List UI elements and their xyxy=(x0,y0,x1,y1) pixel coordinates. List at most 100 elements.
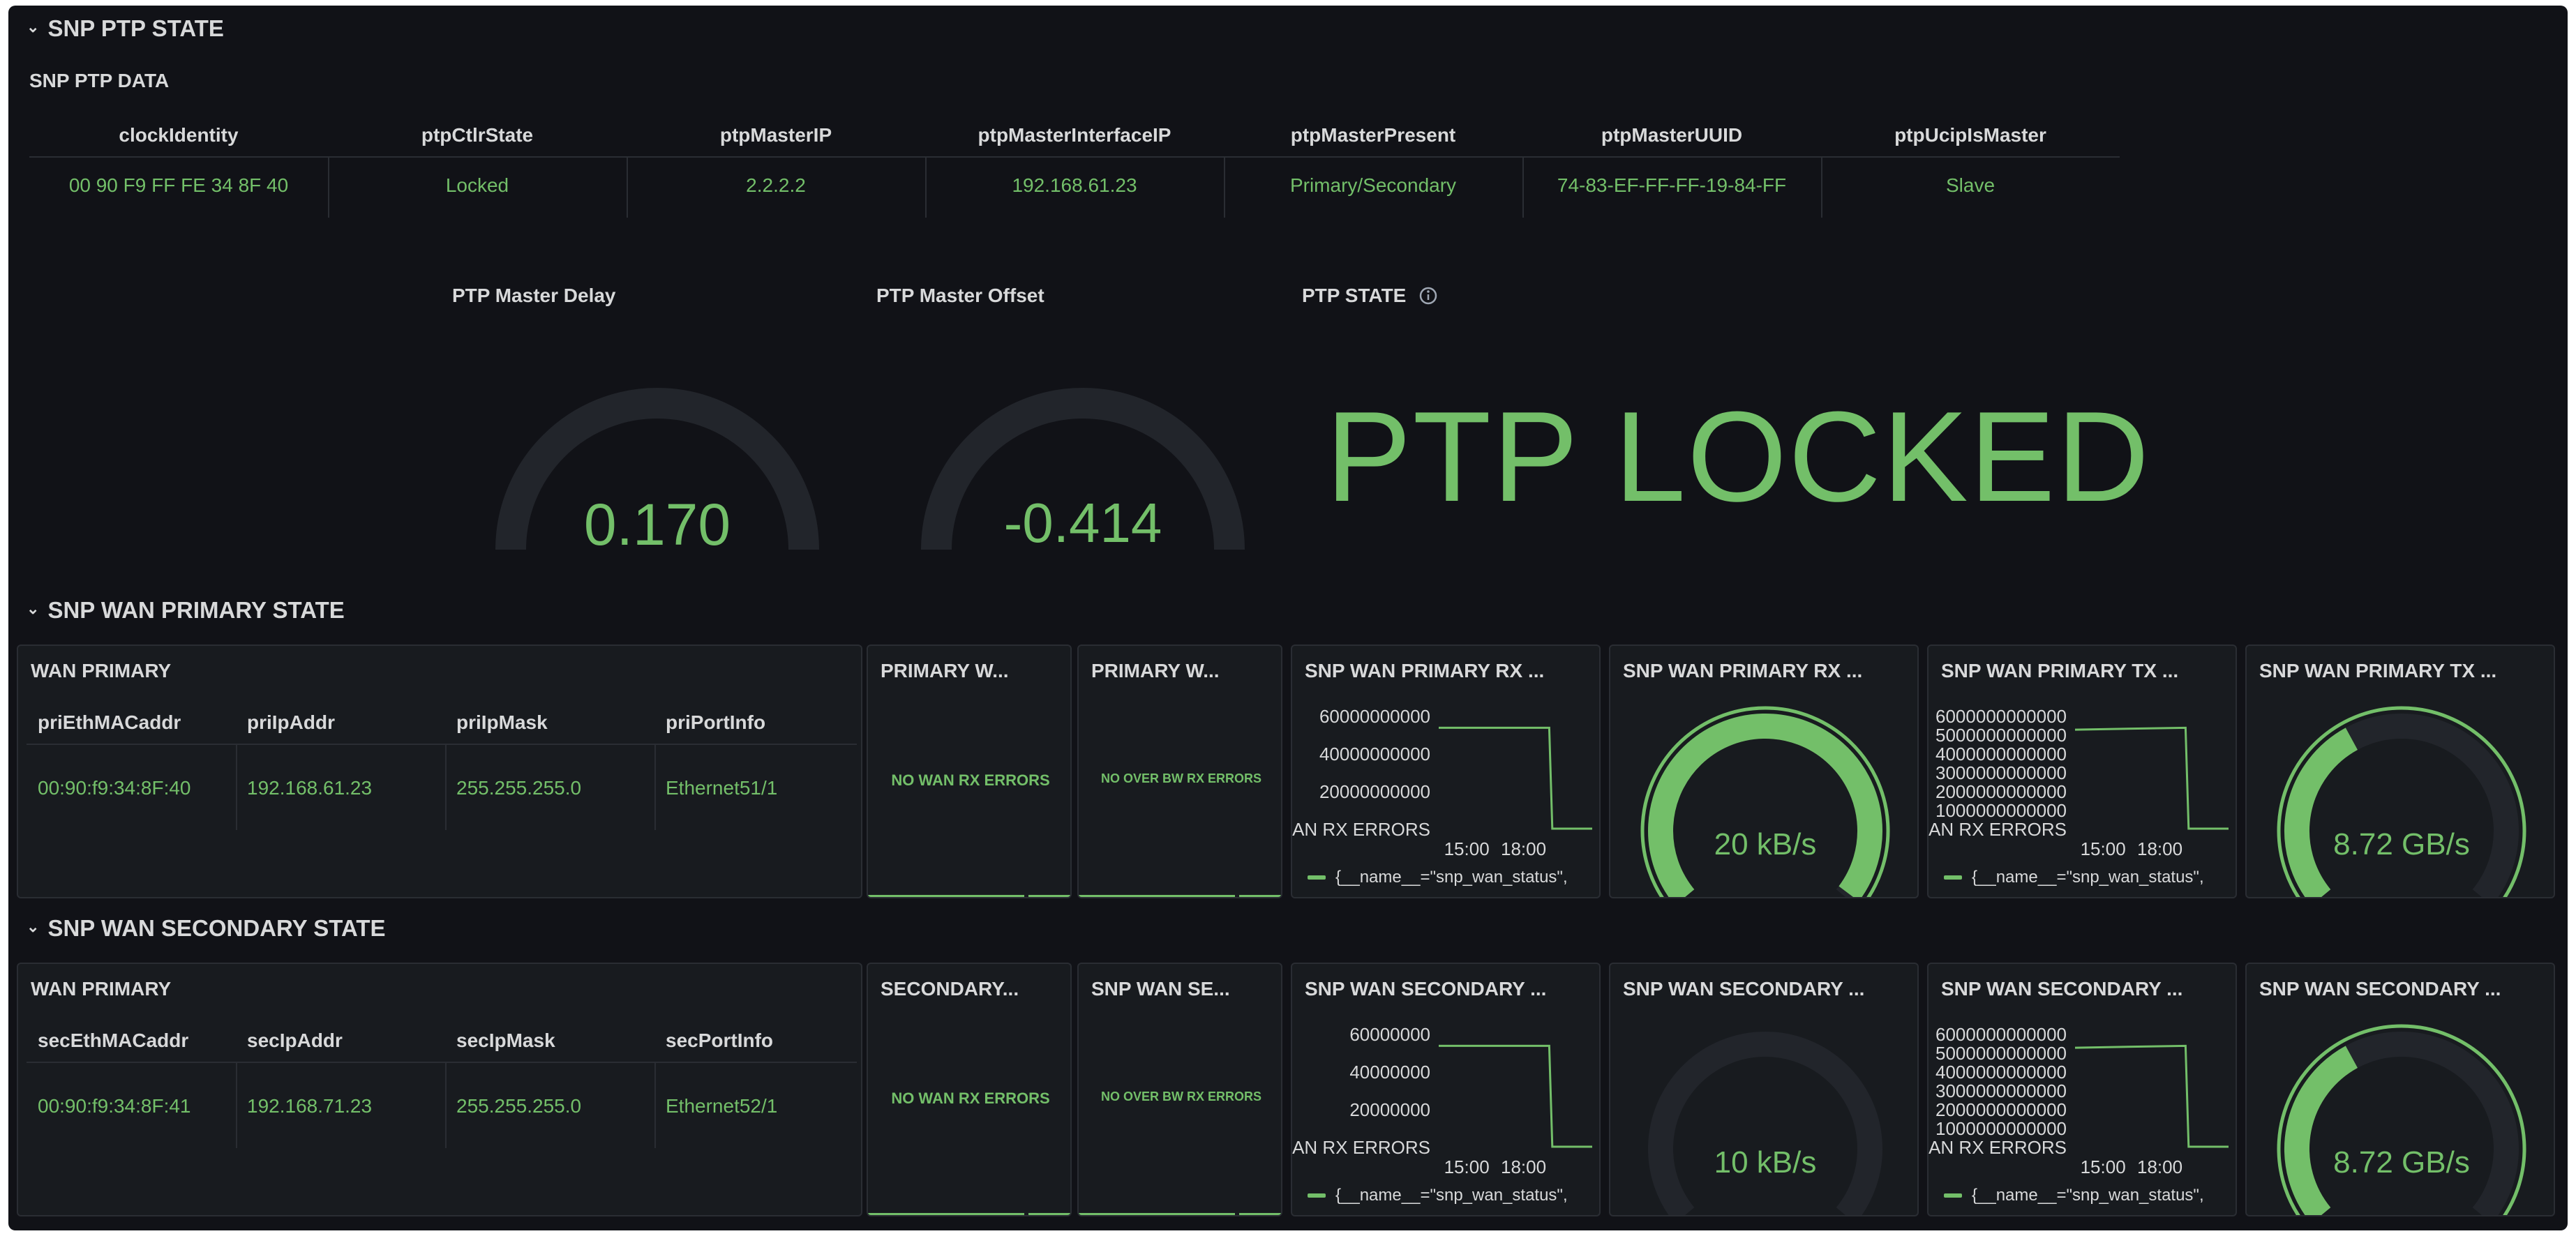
column-header[interactable]: ptpCtlrState xyxy=(328,124,627,146)
gauge-panel[interactable]: SNP WAN PRIMARY TX ... 8.72 GB/s xyxy=(2245,645,2555,898)
column-divider xyxy=(925,158,927,218)
chart-plot xyxy=(2074,726,2229,830)
chevron-down-icon: ⌄ xyxy=(27,918,40,935)
table-cell: Ethernet51/1 xyxy=(666,777,778,799)
row-header-ptp[interactable]: ⌄ SNP PTP STATE xyxy=(27,15,224,42)
table-cell: 192.168.61.23 xyxy=(1012,174,1137,196)
table-cell: 192.168.61.23 xyxy=(247,777,373,799)
column-divider xyxy=(654,1063,656,1148)
column-header[interactable]: secIpMask xyxy=(445,1030,654,1052)
stat-text: NO WAN RX ERRORS xyxy=(891,771,1050,789)
panel-title: WAN PRIMARY xyxy=(31,660,172,681)
table-cell: 00:90:f9:34:8F:41 xyxy=(38,1095,191,1117)
wan-rx-errors-stat[interactable]: PRIMARY W... NO WAN RX ERRORS xyxy=(867,645,1072,898)
column-header[interactable]: ptpUcipIsMaster xyxy=(1821,124,2120,146)
sparkline xyxy=(868,1213,1024,1215)
chart-legend[interactable]: {__name__="snp_wan_status", xyxy=(1944,1186,2204,1205)
ptp-state-value: PTP LOCKED xyxy=(1326,384,2151,528)
sparkline xyxy=(868,895,1024,897)
sparkline xyxy=(1239,895,1281,897)
table-cell: 00:90:f9:34:8F:40 xyxy=(38,777,191,799)
table-cell: 192.168.71.23 xyxy=(247,1095,373,1117)
gauge-panel[interactable]: SNP WAN PRIMARY RX ... 20 kB/s xyxy=(1609,645,1919,898)
panel-title: SNP WAN SE... xyxy=(1091,978,1230,1000)
ptp-delay-value: 0.170 xyxy=(583,492,731,557)
legend-label: {__name__="snp_wan_status", xyxy=(1335,1186,1568,1205)
legend-label: {__name__="snp_wan_status", xyxy=(1972,1186,2204,1205)
column-divider xyxy=(445,1063,447,1148)
row-header-wan-primary[interactable]: ⌄ SNP WAN PRIMARY STATE xyxy=(27,597,345,624)
column-header[interactable]: ptpMasterUUID xyxy=(1522,124,1821,146)
legend-label: {__name__="snp_wan_status", xyxy=(1335,868,1568,887)
gauge-value: 20 kB/s xyxy=(1714,827,1817,861)
column-divider xyxy=(1522,158,1524,218)
table-cell: Locked xyxy=(445,174,509,196)
column-header[interactable]: priEthMACaddr xyxy=(27,711,236,734)
wan-over-bw-stat[interactable]: SNP WAN SE... NO OVER BW RX ERRORS xyxy=(1077,963,1282,1216)
table-cell: Ethernet52/1 xyxy=(666,1095,778,1117)
gauge-fill xyxy=(1648,714,1882,897)
panel-title: PRIMARY W... xyxy=(881,660,1009,681)
table-cell: 255.255.255.0 xyxy=(456,1095,582,1117)
header-divider xyxy=(29,156,2120,158)
panel-title: WAN PRIMARY xyxy=(31,978,172,1000)
row-title: SNP WAN SECONDARY STATE xyxy=(47,915,386,941)
column-header[interactable]: secEthMACaddr xyxy=(27,1030,236,1052)
timeseries-panel[interactable]: SNP WAN PRIMARY RX ... 60000000000 4000000… xyxy=(1291,645,1601,898)
wan-rx-errors-stat[interactable]: SECONDARY... NO WAN RX ERRORS xyxy=(867,963,1072,1216)
legend-swatch xyxy=(1308,875,1326,880)
table-cell: Slave xyxy=(1945,174,1995,196)
sparkline xyxy=(1239,1213,1281,1215)
gauge-fill xyxy=(2284,728,2358,897)
timeseries-panel[interactable]: SNP WAN PRIMARY TX ... 6000000000000 50000… xyxy=(1927,645,2237,898)
ptp-offset-title: PTP Master Offset xyxy=(876,285,1044,306)
table-cell: 74-83-EF-FF-FF-19-84-FF xyxy=(1557,174,1787,196)
ptp-delay-title: PTP Master Delay xyxy=(452,285,616,306)
gauge-panel[interactable]: SNP WAN SECONDARY ... 8.72 GB/s xyxy=(2245,963,2555,1216)
legend-label: {__name__="snp_wan_status", xyxy=(1972,868,2204,887)
column-divider xyxy=(236,1063,237,1148)
gauge-panel[interactable]: SNP WAN SECONDARY ... 10 kB/s xyxy=(1609,963,1919,1216)
chart-plot xyxy=(2074,1044,2229,1148)
wan-table-panel: WAN PRIMARY secEthMACaddr 00:90:f9:34:8F:4… xyxy=(17,963,862,1216)
column-header[interactable]: priIpAddr xyxy=(236,711,445,734)
timeseries-panel[interactable]: SNP WAN SECONDARY ... 6000000000000 500000… xyxy=(1927,963,2237,1216)
ptp-offset-value: -0.414 xyxy=(1003,492,1162,554)
column-header[interactable]: ptpMasterIP xyxy=(627,124,925,146)
legend-swatch xyxy=(1944,1193,1962,1198)
gauge-track xyxy=(1648,1032,1882,1215)
chart-legend[interactable]: {__name__="snp_wan_status", xyxy=(1308,1186,1568,1205)
chart-plot xyxy=(1439,1044,1592,1148)
row-header-wan-secondary[interactable]: ⌄ SNP WAN SECONDARY STATE xyxy=(27,915,386,942)
panel-title: PRIMARY W... xyxy=(1091,660,1220,681)
sparkline xyxy=(1028,895,1070,897)
chevron-down-icon: ⌄ xyxy=(27,600,40,617)
column-header[interactable]: ptpMasterPresent xyxy=(1224,124,1522,146)
stat-text: NO WAN RX ERRORS xyxy=(891,1090,1050,1107)
row-title: SNP WAN PRIMARY STATE xyxy=(47,597,345,623)
gauge-value: 8.72 GB/s xyxy=(2333,1145,2470,1180)
table-cell: 00 90 F9 FF FE 34 8F 40 xyxy=(68,174,289,196)
chart-legend[interactable]: {__name__="snp_wan_status", xyxy=(1308,868,1568,887)
ptp-state-title-wrap: PTP STATE xyxy=(1302,285,1438,307)
column-header[interactable]: priPortInfo xyxy=(654,711,861,734)
column-header[interactable]: secIpAddr xyxy=(236,1030,445,1052)
stat-text: NO OVER BW RX ERRORS xyxy=(1100,771,1262,785)
column-header[interactable]: priIpMask xyxy=(445,711,654,734)
column-divider xyxy=(445,745,447,830)
info-circle-icon[interactable] xyxy=(1418,286,1438,306)
series-line xyxy=(1439,1044,1592,1148)
wan-over-bw-stat[interactable]: PRIMARY W... NO OVER BW RX ERRORS xyxy=(1077,645,1282,898)
panel-title: SECONDARY... xyxy=(881,978,1019,1000)
timeseries-panel[interactable]: SNP WAN SECONDARY ... 60000000 40000000 200… xyxy=(1291,963,1601,1216)
table-cell: 255.255.255.0 xyxy=(456,777,582,799)
series-line xyxy=(2074,726,2229,830)
column-header[interactable]: clockIdentity xyxy=(29,124,328,146)
chart-legend[interactable]: {__name__="snp_wan_status", xyxy=(1944,868,2204,887)
column-header[interactable]: ptpMasterInterfaceIP xyxy=(925,124,1224,146)
column-header[interactable]: secPortInfo xyxy=(654,1030,861,1052)
column-divider xyxy=(1224,158,1225,218)
gauge-fill xyxy=(2284,1046,2358,1215)
column-divider xyxy=(328,158,329,218)
sparkline xyxy=(1028,1213,1070,1215)
